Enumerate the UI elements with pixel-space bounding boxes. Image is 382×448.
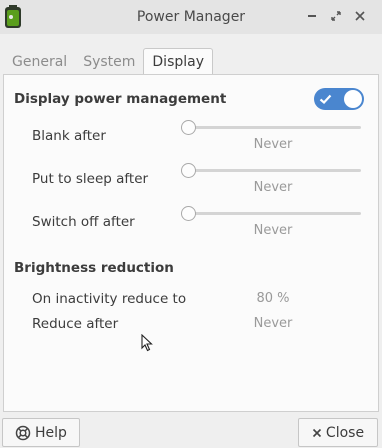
tab-display[interactable]: Display [143,48,214,74]
sleep-after-handle[interactable] [181,163,196,178]
close-label: Close [325,424,365,441]
reduce-to-label: On inactivity reduce to [32,291,187,307]
tab-general[interactable]: General [4,49,75,74]
display-power-toggle[interactable] [314,88,364,110]
sleep-after-slider[interactable] [184,169,361,172]
toggle-knob [344,90,362,108]
switch-off-after-handle[interactable] [181,206,196,221]
sleep-after-label: Put to sleep after [32,171,149,187]
brightness-title: Brightness reduction [14,260,174,276]
restore-icon[interactable] [328,8,344,24]
mouse-cursor-icon [141,334,153,352]
minimize-icon[interactable] [304,8,320,24]
switch-off-after-slider[interactable] [184,212,361,215]
help-button[interactable]: Help [2,418,80,447]
blank-after-handle[interactable] [181,120,196,135]
reduce-after-value[interactable]: Never [233,316,313,331]
help-label: Help [35,424,67,441]
display-panel: Display power management Blank after Nev… [3,74,379,412]
tab-system[interactable]: System [75,49,143,74]
lifebuoy-icon [15,425,31,441]
blank-after-value: Never [253,137,293,152]
display-power-title: Display power management [14,91,227,107]
x-icon [312,428,322,438]
blank-after-slider[interactable] [184,126,361,129]
switch-off-after-value: Never [253,223,293,238]
close-icon[interactable] [352,8,368,24]
switch-off-after-label: Switch off after [32,214,135,230]
window-title: Power Manager [136,9,246,25]
blank-after-label: Blank after [32,128,106,144]
reduce-to-value[interactable]: 80 % [233,291,313,306]
close-button[interactable]: Close [298,418,378,447]
sleep-after-value: Never [253,180,293,195]
tab-bar: General System Display [4,48,214,74]
title-bar: Power Manager [0,0,382,34]
reduce-after-label: Reduce after [32,316,119,332]
check-icon [319,94,332,105]
